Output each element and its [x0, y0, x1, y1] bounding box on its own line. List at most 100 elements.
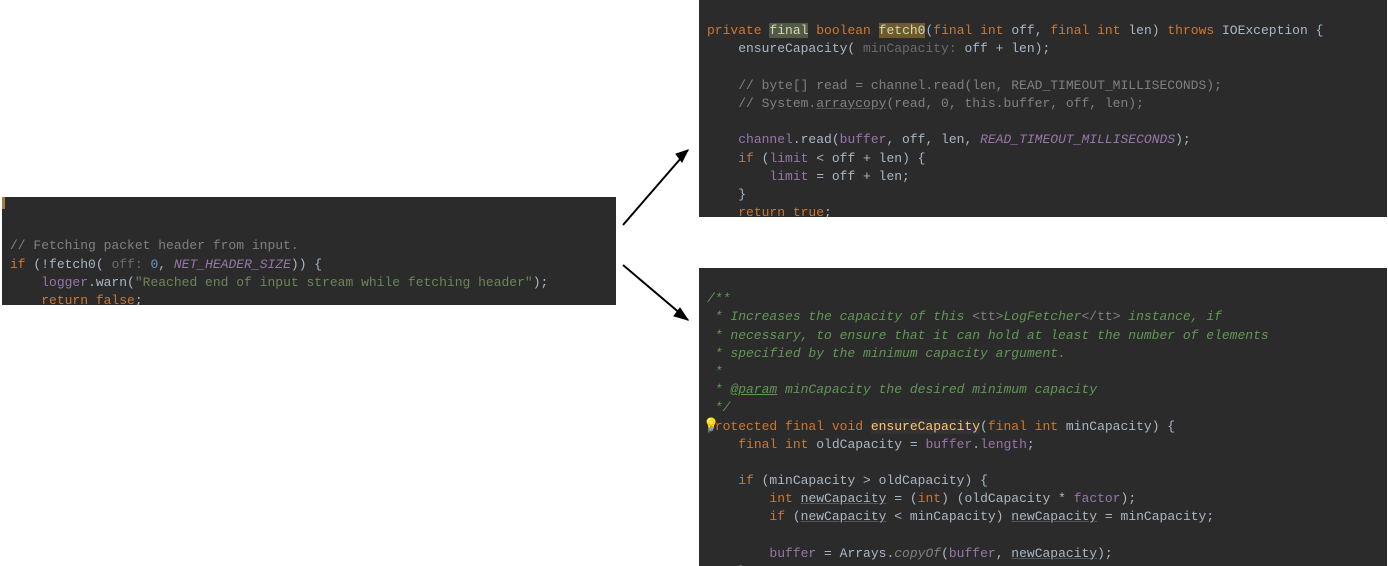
comment: (read, 0, this.buffer, off, len); — [886, 96, 1143, 111]
method-name: ensureCapacity — [871, 419, 980, 434]
intention-bulb-icon[interactable]: 💡 — [703, 418, 719, 433]
indent — [707, 491, 769, 506]
javadoc: * specified by the minimum capacity argu… — [707, 346, 1066, 361]
code: , — [158, 257, 174, 272]
comment: // byte[] read = channel.read(len, READ_… — [707, 78, 1222, 93]
static-method: copyOf — [894, 546, 941, 561]
javadoc: LogFetcher — [1003, 309, 1081, 324]
keyword-if: if — [738, 473, 754, 488]
javadoc: minCapacity the desired minimum capacity — [777, 382, 1097, 397]
constant: NET_HEADER_SIZE — [174, 257, 291, 272]
javadoc: * Increases the capacity of this — [707, 309, 972, 324]
keyword-final-highlight: final — [769, 23, 808, 38]
inlay-hint: off: — [111, 257, 150, 272]
keyword-return: return true — [738, 205, 824, 217]
indent — [10, 275, 41, 290]
javadoc-tag: <tt> — [972, 309, 1003, 324]
string-literal: "Reached end of input stream while fetch… — [135, 275, 533, 290]
code: = Arrays. — [816, 546, 894, 561]
field-ref: buffer — [949, 546, 996, 561]
code: off, — [1004, 23, 1051, 38]
local-var: newCapacity — [801, 491, 887, 506]
code: off + len); — [964, 41, 1050, 56]
keyword-if: if — [738, 151, 754, 166]
gutter-marker-icon — [2, 197, 5, 209]
code: ); — [533, 275, 549, 290]
code: . — [972, 437, 980, 452]
keyword-if: if — [10, 257, 26, 272]
code: , — [996, 546, 1012, 561]
field-ref: channel — [738, 132, 793, 147]
indent — [707, 132, 738, 147]
indent — [707, 205, 738, 217]
code: ; — [824, 205, 832, 217]
code: ( — [785, 509, 801, 524]
indent — [707, 473, 738, 488]
inlay-hint: minCapacity: — [863, 41, 964, 56]
code: ( — [96, 257, 112, 272]
code: < off + len) { — [808, 151, 925, 166]
field-ref: logger — [41, 275, 88, 290]
local-var: newCapacity — [1011, 546, 1097, 561]
code: minCapacity) { — [1058, 419, 1175, 434]
code: IOException { — [1214, 23, 1323, 38]
local-var: newCapacity — [801, 509, 887, 524]
code: ; — [135, 293, 143, 305]
code: = minCapacity; — [1097, 509, 1214, 524]
code: ); — [1175, 132, 1191, 147]
arrow-top-icon — [618, 140, 698, 230]
code: oldCapacity = — [808, 437, 925, 452]
code: , off, len, — [886, 132, 980, 147]
code: ( — [941, 546, 949, 561]
indent — [707, 509, 769, 524]
code: .warn( — [88, 275, 135, 290]
code: ( — [754, 151, 770, 166]
code: ; — [1027, 437, 1035, 452]
code: ensureCapacity( — [707, 41, 863, 56]
keyword: int — [918, 491, 941, 506]
field-ref: buffer — [840, 132, 887, 147]
keyword: final int — [988, 419, 1058, 434]
code: = off + len; — [808, 169, 909, 184]
keyword: final int — [933, 23, 1003, 38]
code-panel-bottom-right[interactable]: /** * Increases the capacity of this <tt… — [699, 268, 1387, 566]
javadoc: instance, if — [1121, 309, 1222, 324]
arrow-bottom-icon — [618, 260, 698, 330]
javadoc: * — [707, 364, 723, 379]
keyword: protected final void — [707, 419, 871, 434]
keyword-throws: throws — [1167, 23, 1214, 38]
code: (! — [26, 257, 49, 272]
constant: READ_TIMEOUT_MILLISECONDS — [980, 132, 1175, 147]
field-ref: limit — [769, 151, 808, 166]
javadoc: * necessary, to ensure that it can hold … — [707, 328, 1269, 343]
code: = ( — [886, 491, 917, 506]
javadoc: /** — [707, 291, 730, 306]
indent — [707, 546, 769, 561]
method-call: fetch0 — [49, 257, 96, 272]
code: < minCapacity) — [886, 509, 1011, 524]
sp — [871, 23, 879, 38]
code: ) (oldCapacity * — [941, 491, 1074, 506]
code: len) — [1121, 23, 1168, 38]
javadoc: */ — [707, 400, 730, 415]
javadoc: * — [707, 382, 730, 397]
code: .read( — [793, 132, 840, 147]
field-ref: buffer — [925, 437, 972, 452]
comment: // Fetching packet header from input. — [10, 238, 299, 253]
indent — [10, 293, 41, 305]
javadoc-param: @param — [730, 382, 777, 397]
field-ref: limit — [769, 169, 808, 184]
brace: } — [707, 187, 746, 202]
code: (minCapacity > oldCapacity) { — [754, 473, 988, 488]
field-ref: buffer — [769, 546, 816, 561]
code: ); — [1121, 491, 1137, 506]
indent — [707, 151, 738, 166]
javadoc-tag: </tt> — [1081, 309, 1120, 324]
field-ref: length — [980, 437, 1027, 452]
keyword-return: return false — [41, 293, 135, 305]
code: ( — [980, 419, 988, 434]
code — [793, 491, 801, 506]
code-panel-top-right[interactable]: private final boolean fetch0(final int o… — [699, 0, 1387, 217]
code: ); — [1097, 546, 1113, 561]
code-panel-left[interactable]: // Fetching packet header from input. if… — [2, 197, 616, 305]
